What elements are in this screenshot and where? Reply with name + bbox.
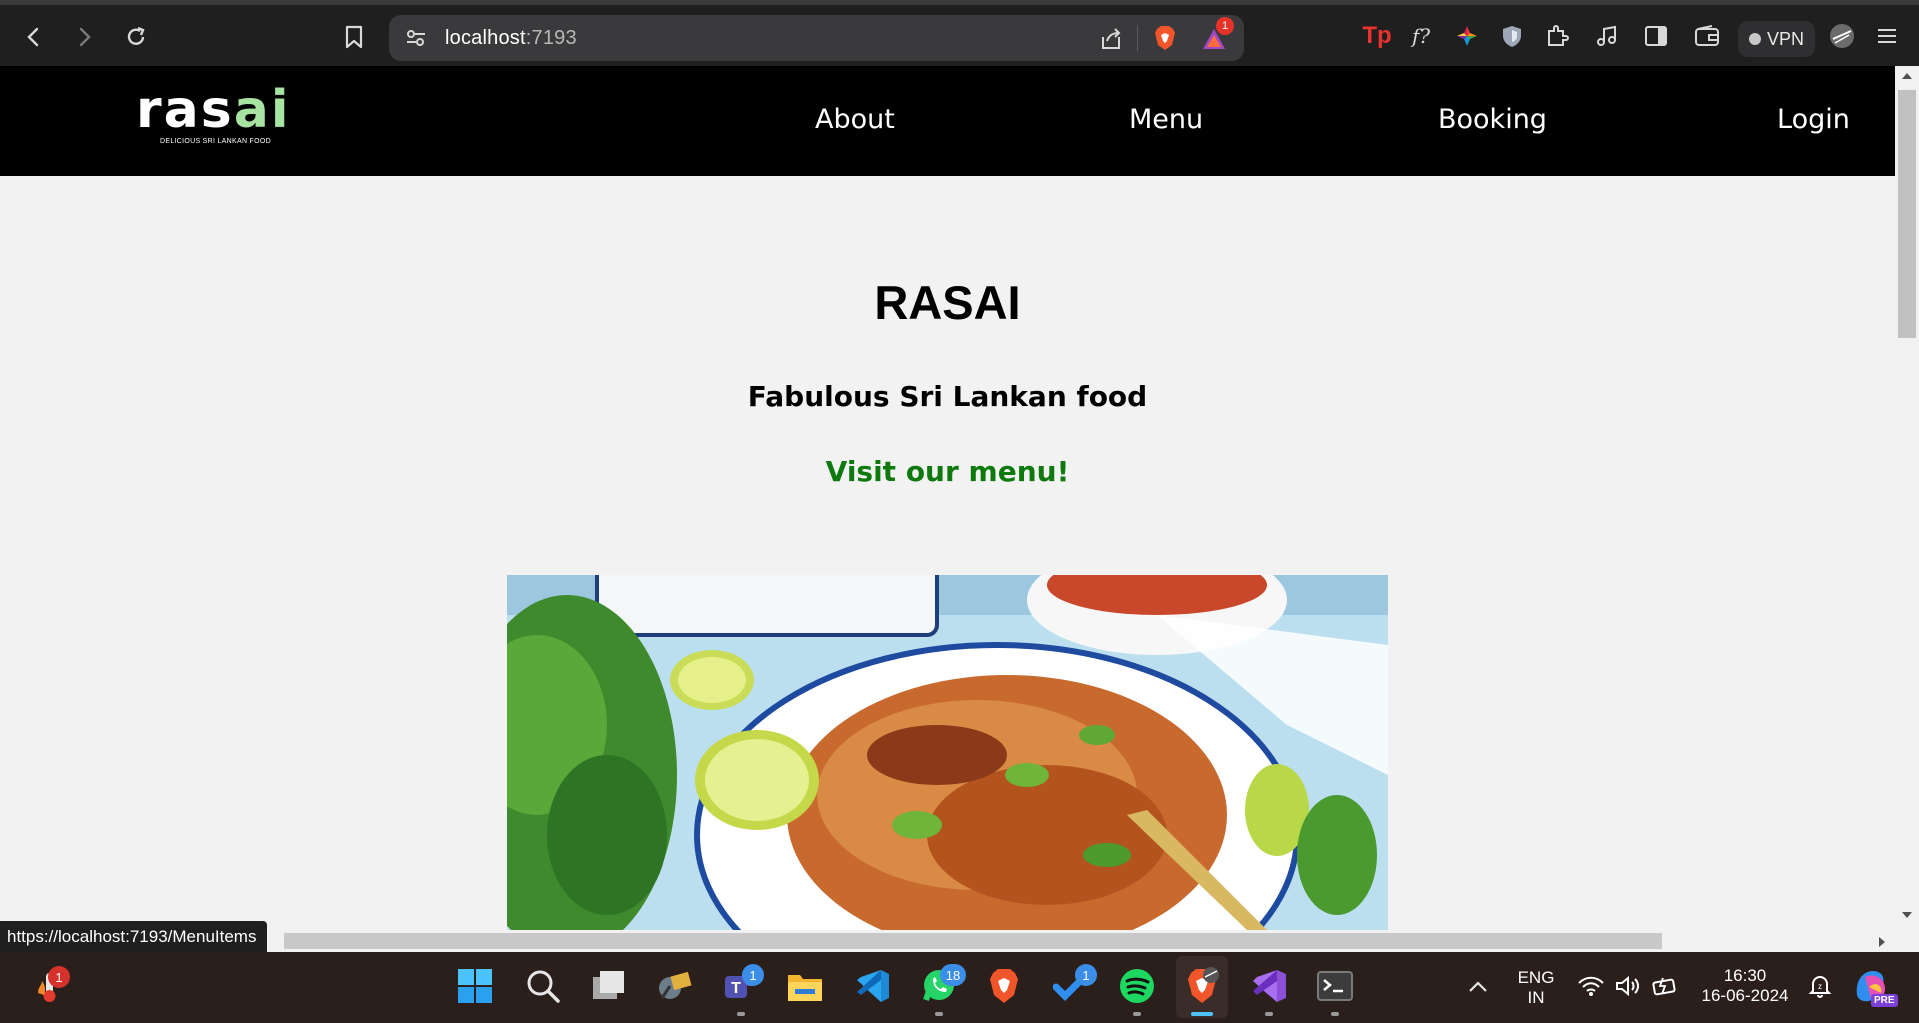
brave-shields-icon[interactable]	[1153, 25, 1177, 51]
page-title: RASAI	[874, 276, 1021, 329]
start-button[interactable]	[452, 963, 498, 1009]
clock[interactable]: 16:30 16-06-2024	[1690, 966, 1800, 1006]
spotify-icon[interactable]	[1114, 963, 1160, 1009]
bookmark-icon	[345, 25, 363, 49]
whatsapp-badge: 18	[940, 964, 966, 986]
vertical-scroll-thumb[interactable]	[1898, 90, 1916, 338]
battery-icon[interactable]	[1642, 963, 1688, 1009]
copilot-preview-label: PRE	[1871, 994, 1898, 1007]
vpn-status-icon	[1748, 33, 1761, 45]
horizontal-scroll-thumb[interactable]	[284, 933, 1662, 949]
shield-extension-icon[interactable]	[1497, 21, 1527, 51]
scroll-down-arrow-icon[interactable]	[1901, 911, 1913, 919]
whatsapp-running-indicator	[935, 1012, 943, 1016]
logo-word-accent: ai	[233, 80, 291, 140]
clock-date: 16-06-2024	[1701, 986, 1789, 1005]
scroll-right-arrow-icon[interactable]	[1878, 936, 1886, 948]
chevron-left-icon	[27, 27, 39, 47]
page-subtitle: Fabulous Sri Lankan food	[747, 380, 1148, 413]
brave-active-window-icon[interactable]	[1179, 963, 1225, 1009]
logo-word-main: ras	[136, 80, 234, 140]
nav-login[interactable]: Login	[1777, 104, 1850, 135]
extensions-icon[interactable]	[1542, 21, 1572, 51]
url-port: :7193	[525, 27, 577, 49]
file-explorer-icon[interactable]	[782, 963, 828, 1009]
svg-text:T: T	[731, 980, 741, 997]
share-icon[interactable]	[1099, 27, 1123, 51]
spotify-running-indicator	[1133, 1012, 1141, 1016]
brave-browser-icon[interactable]	[981, 963, 1027, 1009]
nav-about[interactable]: About	[815, 104, 895, 135]
site-settings-icon[interactable]	[405, 28, 427, 48]
divider	[1137, 25, 1138, 51]
browser-toolbar: localhost:7193 1 Tp f? VPN	[0, 0, 1919, 66]
back-button[interactable]	[16, 19, 52, 55]
terminal-icon[interactable]	[1312, 963, 1358, 1009]
bookmark-button[interactable]	[336, 19, 372, 55]
task-view-button[interactable]	[586, 963, 632, 1009]
extension-tp-icon[interactable]: Tp	[1362, 21, 1392, 51]
scroll-up-arrow-icon[interactable]	[1901, 72, 1913, 80]
clock-time: 16:30	[1723, 966, 1767, 985]
vs-running-indicator	[1265, 1012, 1273, 1016]
show-hidden-icons-button[interactable]	[1455, 963, 1501, 1009]
visit-menu-link[interactable]: Visit our menu!	[0, 455, 1895, 488]
address-bar[interactable]: localhost:7193 1	[389, 15, 1244, 61]
forward-button[interactable]	[66, 19, 102, 55]
vpn-button[interactable]: VPN	[1738, 21, 1815, 57]
teams-badge: 1	[742, 964, 764, 986]
logo-tagline: DELICIOUS SRI LANKAN FOOD	[160, 138, 271, 145]
search-taskbar-button[interactable]	[520, 963, 566, 1009]
url-host: localhost	[445, 27, 526, 49]
link-status-tooltip: https://localhost:7193/MenuItems	[0, 921, 268, 952]
weather-badge: 1	[48, 966, 70, 988]
teams-running-indicator	[737, 1012, 745, 1016]
wallet-icon[interactable]	[1692, 21, 1722, 51]
chevron-up-icon	[1469, 981, 1487, 992]
vpn-label: VPN	[1766, 28, 1804, 49]
sidebar-icon[interactable]	[1641, 21, 1671, 51]
logo-wordmark: rasai	[136, 80, 291, 140]
language-indicator[interactable]: ENG IN	[1508, 968, 1564, 1008]
extension-font-icon[interactable]: f?	[1406, 21, 1436, 51]
task-view-icon	[593, 971, 624, 999]
reload-icon	[127, 26, 145, 45]
hero-food-image	[507, 575, 1388, 930]
visual-studio-icon[interactable]	[1246, 963, 1292, 1009]
extension-color-icon[interactable]	[1452, 21, 1482, 51]
brave-active-indicator	[1191, 1012, 1213, 1016]
reload-button[interactable]	[118, 19, 154, 55]
rewards-badge: 1	[1216, 17, 1234, 35]
todo-badge: 1	[1075, 964, 1097, 986]
svg-text:z: z	[1818, 982, 1822, 991]
app-globe-tool-icon[interactable]	[651, 963, 697, 1009]
windows-icon	[458, 969, 492, 1003]
search-icon	[527, 970, 560, 1003]
region-code: IN	[1527, 988, 1545, 1007]
site-logo[interactable]: rasai DELICIOUS SRI LANKAN FOOD	[136, 80, 296, 154]
menu-icon[interactable]	[1872, 21, 1902, 51]
url-text[interactable]: localhost:7193	[445, 27, 577, 50]
vscode-icon[interactable]	[849, 963, 895, 1009]
nav-booking[interactable]: Booking	[1438, 104, 1547, 135]
notifications-icon[interactable]: z	[1797, 963, 1843, 1009]
profile-avatar-icon[interactable]	[1827, 21, 1857, 51]
nav-menu[interactable]: Menu	[1129, 104, 1203, 135]
chevron-right-icon	[79, 27, 91, 47]
media-icon[interactable]	[1592, 21, 1622, 51]
language-code: ENG	[1517, 968, 1555, 987]
terminal-running-indicator	[1331, 1012, 1339, 1016]
